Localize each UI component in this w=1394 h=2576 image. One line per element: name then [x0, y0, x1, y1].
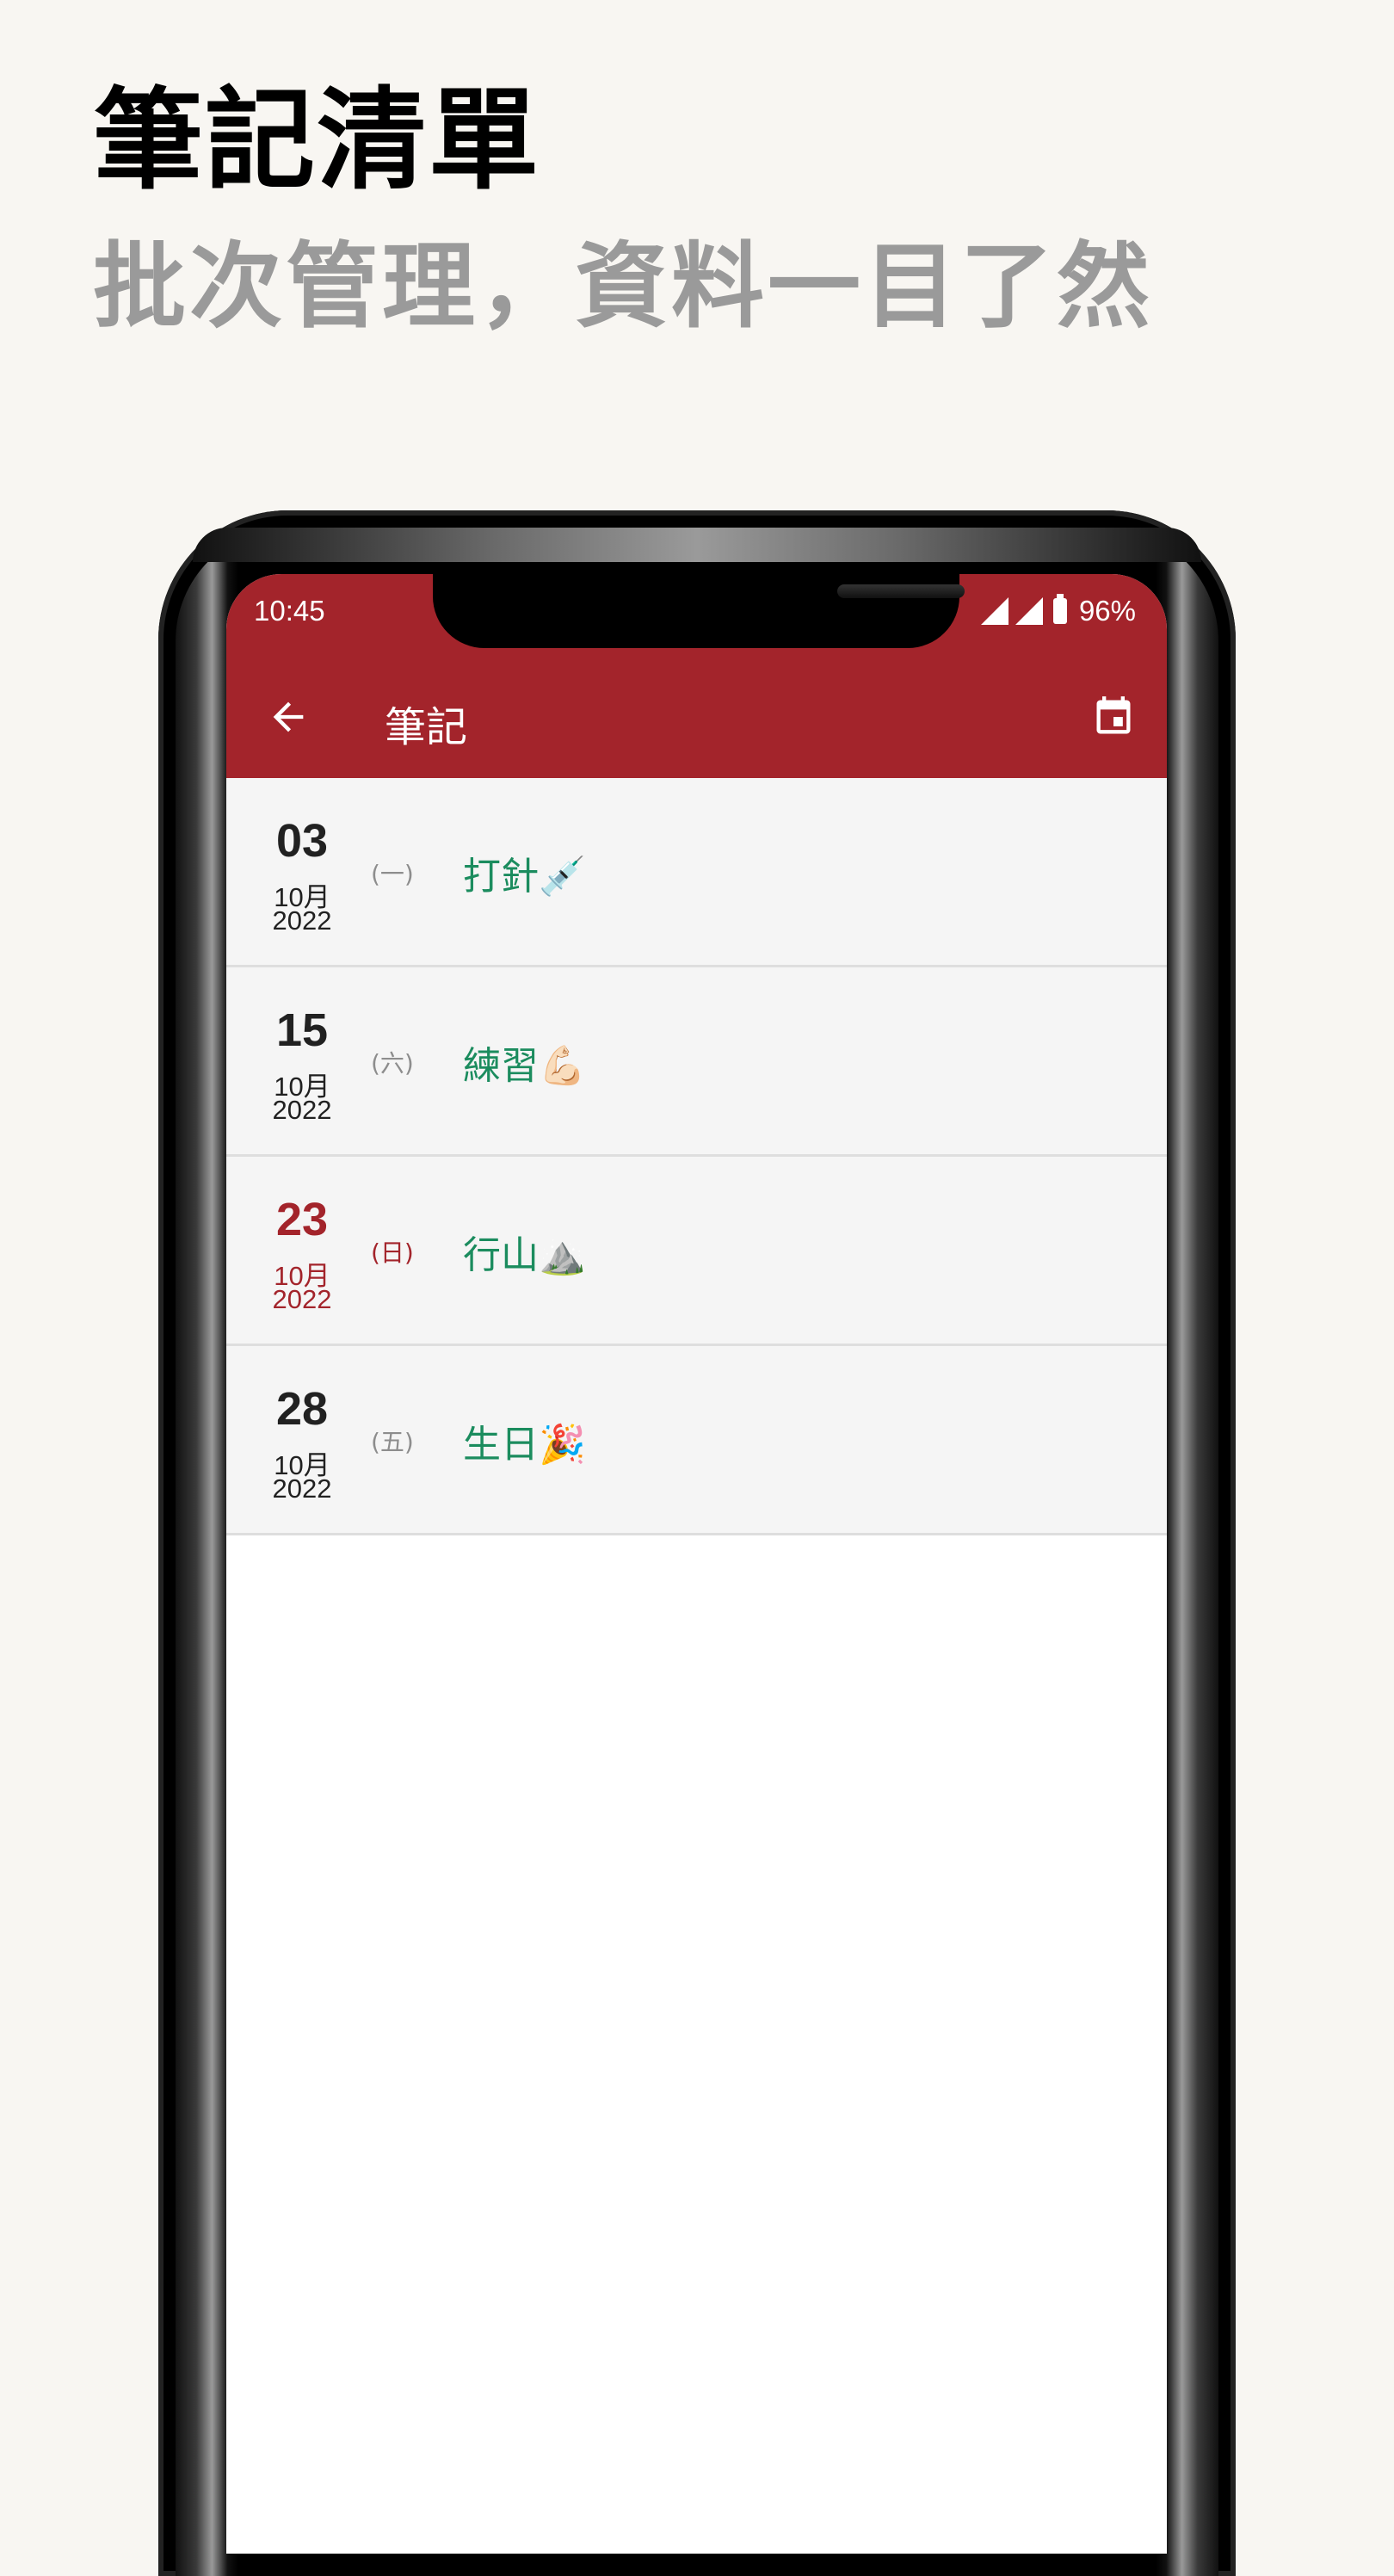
phone-frame: 10:45 96% 筆記 03 10月 2022 (一) 打針💉 15 10月 …	[158, 510, 1236, 2576]
calendar-icon[interactable]	[1091, 695, 1136, 739]
note-year: 2022	[272, 1284, 332, 1314]
battery-icon	[1052, 594, 1067, 624]
note-weekday: (日)	[371, 1239, 414, 1267]
note-weekday: (六)	[371, 1049, 414, 1078]
app-bar: 10:45 96% 筆記	[226, 574, 1167, 778]
page-title: 筆記	[385, 703, 468, 751]
promo-subline: 批次管理，資料一目了然	[93, 233, 1154, 341]
battery-percent: 96%	[1078, 595, 1136, 627]
note-weekday: (一)	[371, 860, 414, 888]
note-row[interactable]: 23 10月 2022 (日) 行山⛰️	[226, 1157, 1167, 1346]
note-day: 03	[275, 815, 329, 867]
note-title: 生日🎉	[463, 1423, 586, 1467]
note-day: 15	[275, 1004, 329, 1056]
phone-screen: 10:45 96% 筆記 03 10月 2022 (一) 打針💉 15 10月 …	[226, 574, 1167, 2554]
note-day: 23	[275, 1194, 329, 1245]
notes-list: 03 10月 2022 (一) 打針💉 15 10月 2022 (六) 練習💪🏻…	[226, 778, 1167, 1535]
note-title: 練習💪🏻	[463, 1044, 586, 1088]
note-day: 28	[275, 1383, 329, 1435]
note-title: 行山⛰️	[463, 1233, 586, 1277]
status-icons: 96%	[980, 594, 1136, 627]
phone-bezel-highlight	[193, 528, 1201, 562]
note-weekday: (五)	[371, 1428, 414, 1456]
note-year: 2022	[272, 1095, 332, 1125]
note-row[interactable]: 28 10月 2022 (五) 生日🎉	[226, 1346, 1167, 1535]
speaker-grille	[837, 584, 965, 598]
note-title: 打針💉	[463, 855, 586, 899]
toolbar: 筆記	[226, 669, 1167, 765]
signal-icon	[980, 597, 1008, 625]
note-year: 2022	[272, 1473, 332, 1504]
note-row[interactable]: 03 10月 2022 (一) 打針💉	[226, 778, 1167, 967]
promo-headline: 筆記清單	[93, 77, 541, 205]
status-time: 10:45	[254, 595, 325, 627]
signal-icon-2	[1015, 597, 1043, 625]
arrow-left-icon[interactable]	[266, 695, 311, 739]
note-row[interactable]: 15 10月 2022 (六) 練習💪🏻	[226, 967, 1167, 1157]
note-year: 2022	[272, 905, 332, 936]
camera-notch	[433, 574, 965, 648]
